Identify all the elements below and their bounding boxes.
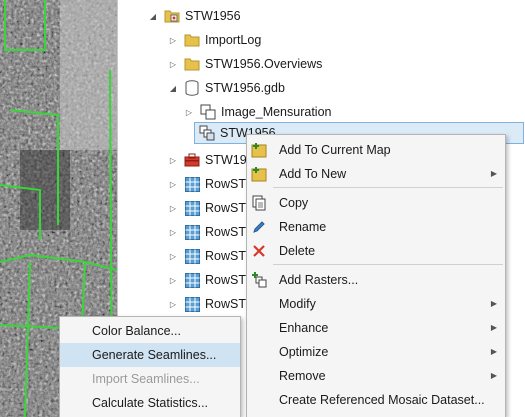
- tree-item-label: STW1956: [185, 9, 241, 23]
- raster-icon: [184, 224, 200, 240]
- expand-arrow-icon[interactable]: ▷: [168, 196, 178, 220]
- tree-item-raster[interactable]: ▷ RowSTV: [168, 220, 254, 244]
- tree-item-stw1956-folder[interactable]: ◢ STW1956: [148, 4, 241, 28]
- expand-arrow-icon[interactable]: ▷: [184, 100, 194, 124]
- menu-item-label: Generate Seamlines...: [92, 348, 217, 362]
- add-to-new-icon: [251, 166, 267, 182]
- mosaic-dataset-icon: [199, 125, 215, 141]
- submenu-arrow-icon: ▶: [490, 347, 497, 356]
- menu-item-label: Copy: [279, 196, 309, 210]
- tree-item-toolbox[interactable]: ▷ STW195: [168, 148, 254, 172]
- menu-item-add-rasters[interactable]: Add Rasters...: [247, 268, 505, 292]
- delete-icon: [251, 243, 267, 259]
- tree-item-label: ImportLog: [205, 33, 262, 47]
- tree-item-raster[interactable]: ▷ RowSTV: [168, 268, 254, 292]
- expand-arrow-icon[interactable]: ▷: [168, 220, 178, 244]
- menu-item-enhance[interactable]: Enhance ▶: [247, 316, 505, 340]
- menu-item-label: Color Balance...: [92, 324, 181, 338]
- menu-item-label: Calculate Statistics...: [92, 396, 209, 410]
- expand-arrow-icon[interactable]: ▷: [168, 52, 178, 76]
- tree-item-image-mensuration[interactable]: ▷ Image_Mensuration: [184, 100, 331, 124]
- tree-item-raster[interactable]: ▷ RowSTV: [168, 292, 254, 316]
- collapse-arrow-icon[interactable]: ◢: [168, 76, 178, 100]
- add-rasters-icon: [251, 272, 267, 288]
- submenu-item-color-balance[interactable]: Color Balance...: [60, 319, 240, 343]
- add-to-map-icon: [251, 142, 267, 158]
- submenu-item-calculate-statistics[interactable]: Calculate Statistics...: [60, 391, 240, 415]
- menu-item-label: Delete: [279, 244, 316, 258]
- feature-dataset-icon: [200, 104, 216, 120]
- collapse-arrow-icon[interactable]: ◢: [148, 4, 158, 28]
- folder-icon: [184, 32, 200, 48]
- menu-item-create-referenced-mosaic-dataset[interactable]: Create Referenced Mosaic Dataset...: [247, 388, 505, 412]
- menu-item-add-to-new[interactable]: Add To New ▶: [247, 162, 505, 186]
- menu-item-remove[interactable]: Remove ▶: [247, 364, 505, 388]
- tree-item-label: STW1956.gdb: [205, 81, 285, 95]
- submenu-item-generate-seamlines[interactable]: Generate Seamlines...: [60, 343, 240, 367]
- expand-arrow-icon[interactable]: ▷: [168, 148, 178, 172]
- submenu-item-import-seamlines[interactable]: Import Seamlines...: [60, 367, 240, 391]
- menu-item-label: Remove: [279, 369, 326, 383]
- menu-item-label: Modify: [279, 297, 316, 311]
- raster-icon: [184, 296, 200, 312]
- submenu-arrow-icon: ▶: [490, 371, 497, 380]
- tree-item-overviews[interactable]: ▷ STW1956.Overviews: [168, 52, 322, 76]
- menu-item-label: Create Referenced Mosaic Dataset...: [279, 393, 485, 407]
- menu-item-delete[interactable]: Delete: [247, 239, 505, 263]
- database-icon: [184, 80, 200, 96]
- menu-item-copy[interactable]: Copy: [247, 191, 505, 215]
- raster-icon: [184, 272, 200, 288]
- menu-item-label: Optimize: [279, 345, 329, 359]
- expand-arrow-icon[interactable]: ▷: [168, 172, 178, 196]
- menu-item-label: Enhance: [279, 321, 329, 335]
- copy-icon: [251, 195, 267, 211]
- submenu-arrow-icon: ▶: [490, 169, 497, 178]
- tree-item-raster[interactable]: ▷ RowSTV: [168, 172, 254, 196]
- rename-icon: [251, 219, 267, 235]
- menu-item-add-to-current-map[interactable]: Add To Current Map: [247, 138, 505, 162]
- submenu-arrow-icon: ▶: [490, 299, 497, 308]
- raster-icon: [184, 200, 200, 216]
- menu-separator: [273, 187, 503, 188]
- expand-arrow-icon[interactable]: ▷: [168, 244, 178, 268]
- tree-item-raster[interactable]: ▷ RowSTV: [168, 196, 254, 220]
- menu-item-rename[interactable]: Rename: [247, 215, 505, 239]
- submenu-arrow-icon: ▶: [490, 323, 497, 332]
- tree-item-gdb[interactable]: ◢ STW1956.gdb: [168, 76, 285, 100]
- menu-item-label: Add To Current Map: [279, 143, 391, 157]
- menu-item-optimize[interactable]: Optimize ▶: [247, 340, 505, 364]
- tree-item-raster[interactable]: ▷ RowSTV: [168, 244, 254, 268]
- expand-arrow-icon[interactable]: ▷: [168, 268, 178, 292]
- menu-item-label: Import Seamlines...: [92, 372, 200, 386]
- menu-item-label: Add To New: [279, 167, 347, 181]
- folder-icon: [184, 56, 200, 72]
- raster-icon: [184, 248, 200, 264]
- raster-icon: [184, 176, 200, 192]
- context-menu: Add To Current Map Add To New ▶ Copy Ren…: [246, 134, 506, 417]
- geodatabase-folder-icon: [164, 8, 180, 24]
- menu-item-label: Rename: [279, 220, 327, 234]
- tree-item-importlog[interactable]: ▷ ImportLog: [168, 28, 261, 52]
- optimize-submenu: Color Balance... Generate Seamlines... I…: [59, 316, 241, 417]
- menu-item-modify[interactable]: Modify ▶: [247, 292, 505, 316]
- menu-separator: [273, 264, 503, 265]
- tree-item-label: Image_Mensuration: [221, 105, 332, 119]
- expand-arrow-icon[interactable]: ▷: [168, 292, 178, 316]
- expand-arrow-icon[interactable]: ▷: [168, 28, 178, 52]
- toolbox-icon: [184, 152, 200, 168]
- menu-item-label: Add Rasters...: [279, 273, 359, 287]
- tree-item-label: STW1956.Overviews: [205, 57, 323, 71]
